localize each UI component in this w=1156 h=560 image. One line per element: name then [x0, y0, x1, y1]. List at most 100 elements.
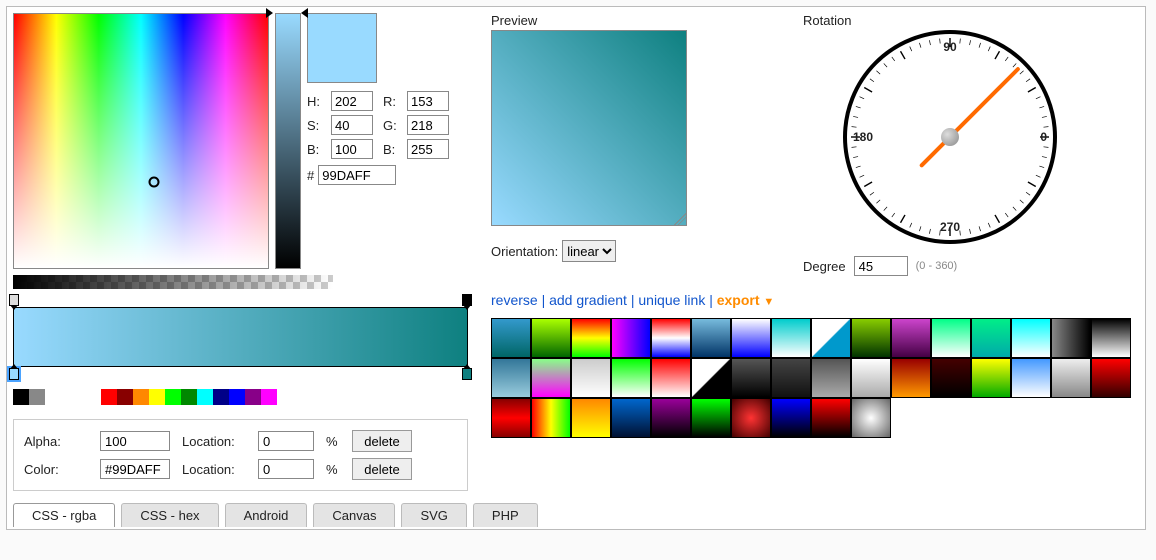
- color-delete-button[interactable]: delete: [352, 458, 412, 480]
- alpha-value-input[interactable]: [100, 431, 170, 451]
- alpha-strip[interactable]: [13, 275, 333, 289]
- color-loc-input[interactable]: [258, 459, 314, 479]
- preset-swatch[interactable]: [1051, 318, 1091, 358]
- output-tabs: CSS - rgbaCSS - hex AndroidCanvasSVG PHP: [13, 503, 1139, 527]
- sv-panel[interactable]: [13, 13, 269, 269]
- hex-input[interactable]: [318, 165, 396, 185]
- quick-swatch[interactable]: [165, 389, 181, 405]
- preset-swatch[interactable]: [851, 398, 891, 438]
- opacity-stop-start[interactable]: [9, 294, 19, 306]
- preset-swatch[interactable]: [571, 358, 611, 398]
- preset-swatch[interactable]: [491, 358, 531, 398]
- preset-swatch[interactable]: [731, 358, 771, 398]
- export-link[interactable]: export: [717, 292, 760, 308]
- preset-swatch[interactable]: [491, 398, 531, 438]
- preset-swatch[interactable]: [691, 358, 731, 398]
- quick-swatch[interactable]: [45, 389, 61, 405]
- preset-swatch[interactable]: [571, 318, 611, 358]
- preset-swatch[interactable]: [811, 358, 851, 398]
- reverse-link[interactable]: reverse: [491, 292, 538, 308]
- preset-swatch[interactable]: [651, 398, 691, 438]
- preset-swatch[interactable]: [571, 398, 611, 438]
- export-chevron-icon[interactable]: ▼: [763, 296, 774, 308]
- preset-swatch[interactable]: [771, 318, 811, 358]
- preset-swatch[interactable]: [1091, 318, 1131, 358]
- quick-swatch[interactable]: [13, 389, 29, 405]
- preset-swatch[interactable]: [771, 398, 811, 438]
- tab-android[interactable]: Android: [225, 503, 308, 527]
- rotation-dial[interactable]: 90 0 270 180: [843, 30, 1057, 244]
- preset-swatch[interactable]: [531, 318, 571, 358]
- preset-swatch[interactable]: [1011, 358, 1051, 398]
- hue-slider[interactable]: [275, 13, 301, 269]
- preset-swatch[interactable]: [771, 358, 811, 398]
- preset-swatch[interactable]: [531, 398, 571, 438]
- preset-swatch[interactable]: [931, 318, 971, 358]
- quick-swatch[interactable]: [181, 389, 197, 405]
- preset-swatch[interactable]: [611, 398, 651, 438]
- orientation-select[interactable]: linear: [562, 240, 616, 262]
- preset-swatch[interactable]: [691, 318, 731, 358]
- preview-column: Preview Orientation: linear: [491, 13, 791, 276]
- preset-swatch[interactable]: [811, 398, 851, 438]
- preset-swatch[interactable]: [611, 318, 651, 358]
- quick-swatch[interactable]: [149, 389, 165, 405]
- dial-hub: [941, 128, 959, 146]
- tab-svg[interactable]: SVG: [401, 503, 466, 527]
- alpha-delete-button[interactable]: delete: [352, 430, 412, 452]
- h-input[interactable]: [331, 91, 373, 111]
- preset-swatch[interactable]: [531, 358, 571, 398]
- sv-cursor[interactable]: [149, 177, 160, 188]
- preset-swatch[interactable]: [851, 358, 891, 398]
- quick-swatch[interactable]: [245, 389, 261, 405]
- opacity-stop-end[interactable]: [462, 294, 472, 306]
- preset-swatch[interactable]: [651, 358, 691, 398]
- color-stop-start[interactable]: [9, 368, 19, 380]
- quick-swatch[interactable]: [229, 389, 245, 405]
- bv-input[interactable]: [331, 139, 373, 159]
- unique-link[interactable]: unique link: [638, 292, 705, 308]
- r-label: R:: [383, 94, 401, 109]
- r-input[interactable]: [407, 91, 449, 111]
- preset-swatch[interactable]: [891, 358, 931, 398]
- preset-swatch[interactable]: [971, 358, 1011, 398]
- preset-swatch[interactable]: [651, 318, 691, 358]
- preset-swatch[interactable]: [851, 318, 891, 358]
- quick-swatch[interactable]: [261, 389, 277, 405]
- preset-swatch[interactable]: [731, 318, 771, 358]
- add-gradient-link[interactable]: add gradient: [549, 292, 627, 308]
- quick-swatch[interactable]: [197, 389, 213, 405]
- alpha-loc-input[interactable]: [258, 431, 314, 451]
- quick-swatch[interactable]: [101, 389, 117, 405]
- degree-input[interactable]: [854, 256, 908, 276]
- preset-swatch[interactable]: [1011, 318, 1051, 358]
- s-input[interactable]: [331, 115, 373, 135]
- color-stop-end[interactable]: [462, 368, 472, 380]
- tab-css-rgba[interactable]: CSS - rgba: [13, 503, 115, 527]
- preset-swatch[interactable]: [1051, 358, 1091, 398]
- tab-php[interactable]: PHP: [473, 503, 538, 527]
- tab-canvas[interactable]: Canvas: [313, 503, 395, 527]
- preview-box: [491, 30, 687, 226]
- tab-css-hex[interactable]: CSS - hex: [121, 503, 218, 527]
- preset-swatch[interactable]: [811, 318, 851, 358]
- degree-hint: (0 - 360): [916, 260, 958, 272]
- quick-swatch[interactable]: [133, 389, 149, 405]
- preset-swatch[interactable]: [931, 358, 971, 398]
- preset-swatch[interactable]: [491, 318, 531, 358]
- preset-swatch[interactable]: [731, 398, 771, 438]
- preset-swatch[interactable]: [1091, 358, 1131, 398]
- preset-swatch[interactable]: [891, 318, 931, 358]
- picker-column: H: R: S: G: B: B: #: [13, 13, 479, 491]
- bc-input[interactable]: [407, 139, 449, 159]
- resize-grip[interactable]: [674, 213, 686, 225]
- color-value-input[interactable]: [100, 459, 170, 479]
- quick-swatch[interactable]: [29, 389, 45, 405]
- gradient-editor[interactable]: [13, 307, 468, 367]
- g-input[interactable]: [407, 115, 449, 135]
- quick-swatch[interactable]: [117, 389, 133, 405]
- preset-swatch[interactable]: [611, 358, 651, 398]
- quick-swatch[interactable]: [213, 389, 229, 405]
- preset-swatch[interactable]: [971, 318, 1011, 358]
- preset-swatch[interactable]: [691, 398, 731, 438]
